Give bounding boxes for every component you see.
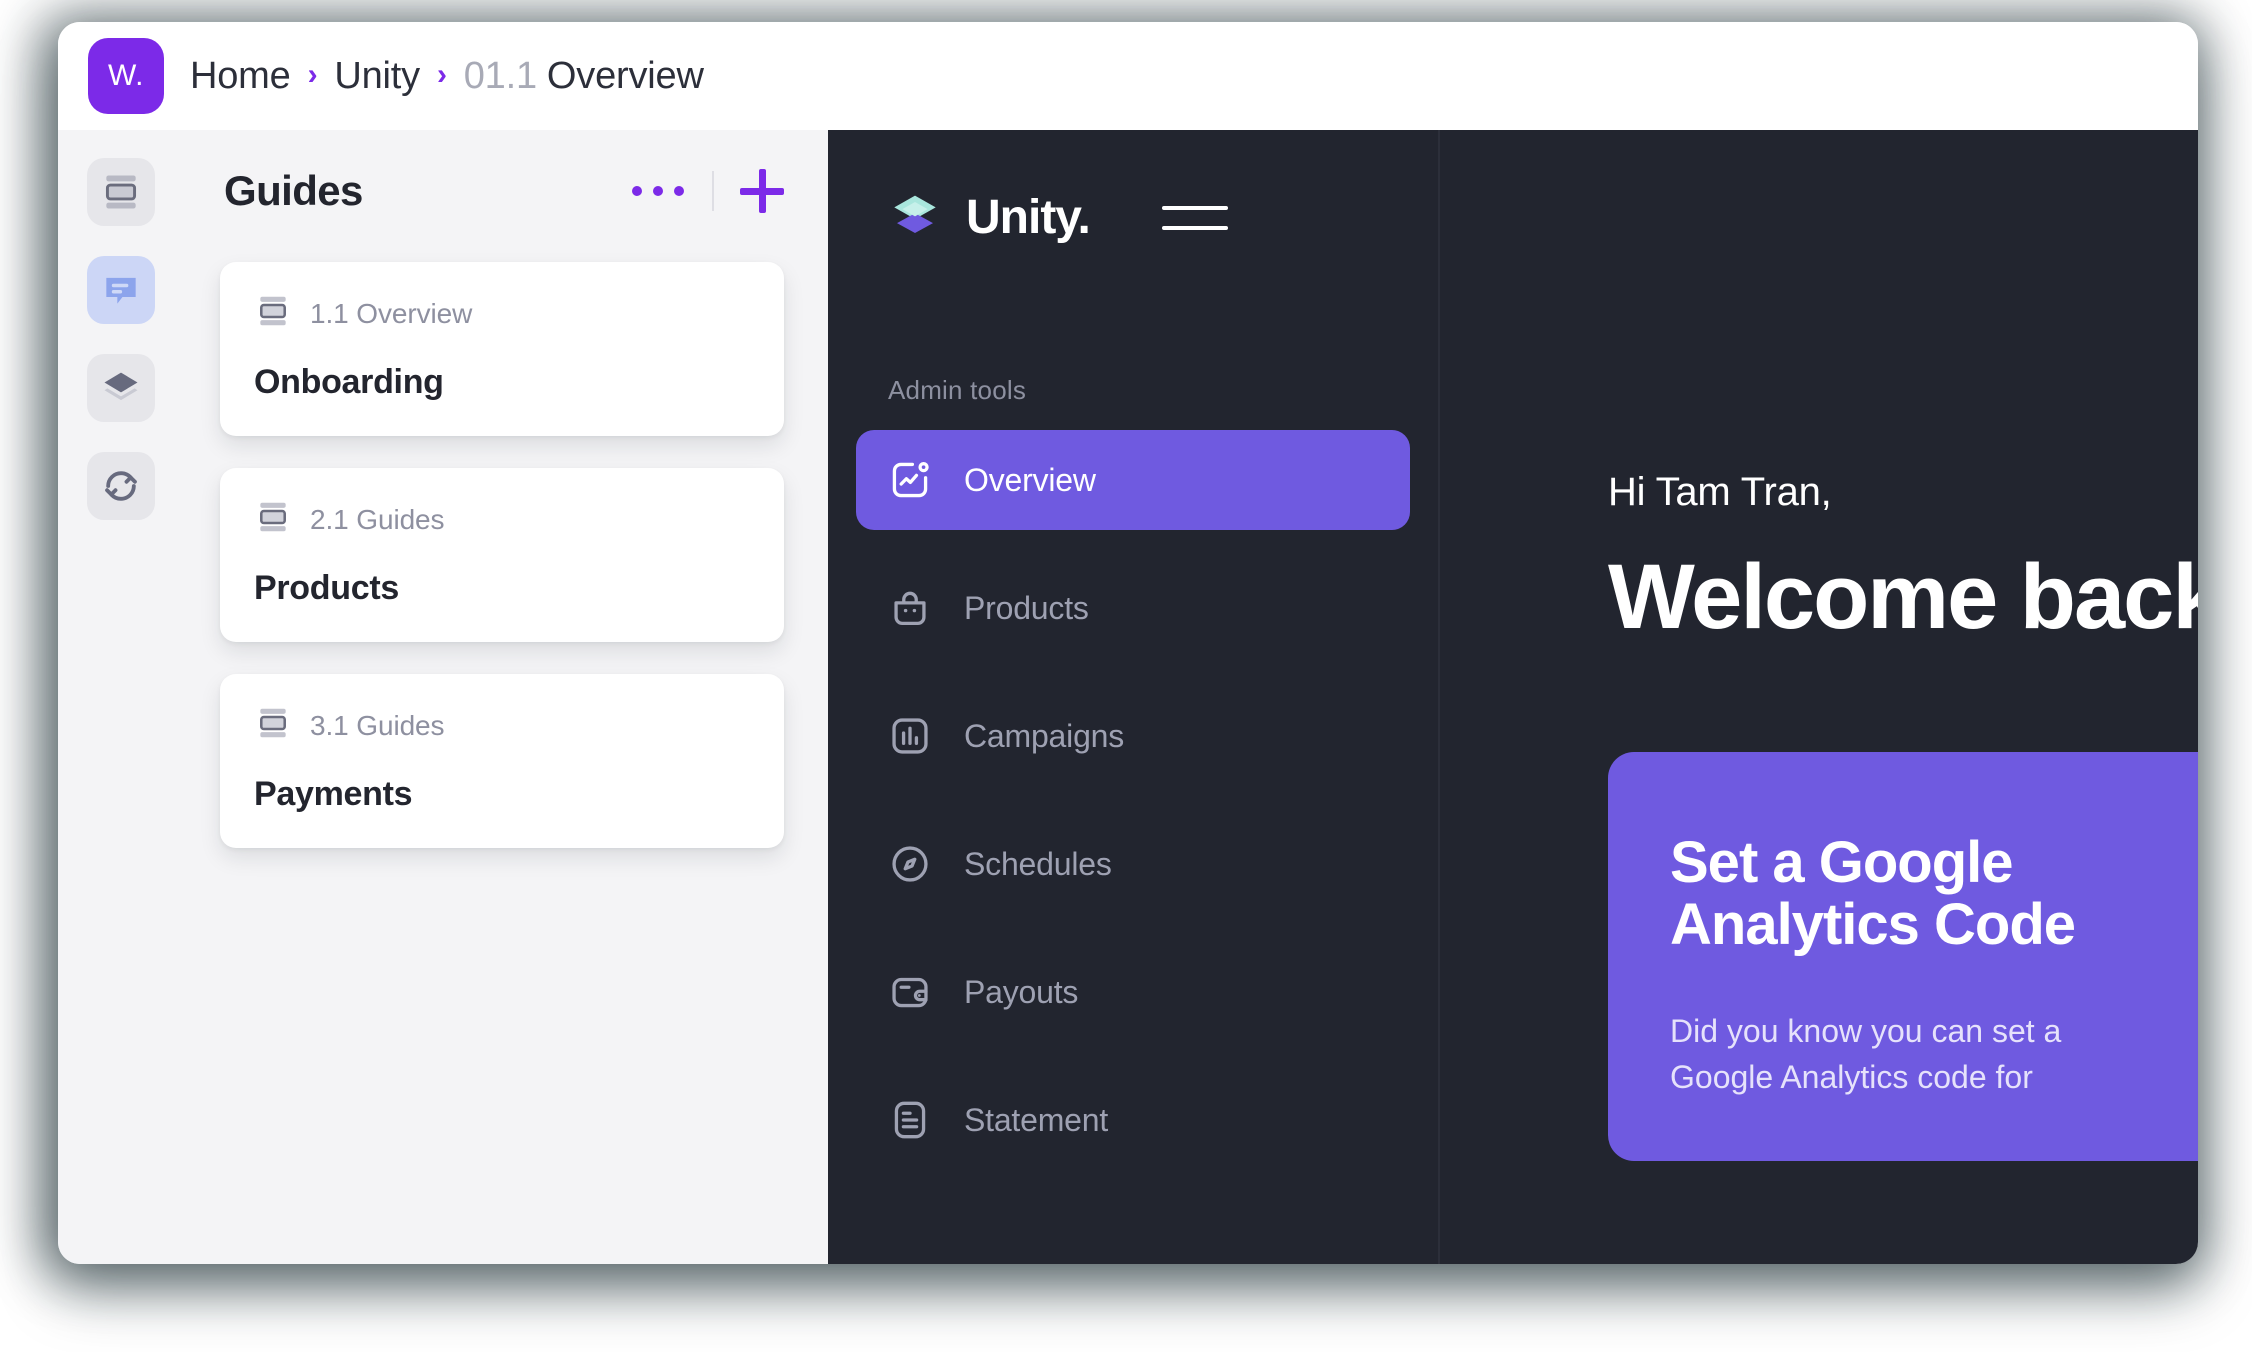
layers-icon — [99, 366, 143, 410]
app-logo[interactable]: Unity. — [828, 188, 1438, 247]
app-nav-list: Overview Products — [828, 430, 1438, 1170]
rail-item-comments[interactable] — [87, 256, 155, 324]
sidebar-item-label: Products — [964, 590, 1089, 627]
guide-layout-icon — [254, 704, 292, 747]
guide-layout-icon — [254, 498, 292, 541]
app-sidebar: Unity. Admin tools — [828, 130, 1440, 1264]
nav-section-label: Admin tools — [888, 375, 1438, 406]
guides-panel: Guides — [184, 130, 828, 1264]
shopping-bag-icon — [888, 586, 932, 630]
guide-card-number: 1.1 Overview — [310, 298, 472, 330]
panel-title: Guides — [224, 167, 363, 215]
app-content: Hi Tam Tran, Welcome back Set a Google A… — [1440, 130, 2198, 1264]
sidebar-item-label: Campaigns — [964, 718, 1124, 755]
sidebar-item-label: Schedules — [964, 846, 1112, 883]
sync-refresh-icon — [99, 464, 143, 508]
promo-title: Set a Google Analytics Code — [1670, 832, 2140, 956]
rail-item-guides[interactable] — [87, 158, 155, 226]
breadcrumb-item-current: 01.1 Overview — [464, 55, 704, 98]
breadcrumb: Home › Unity › 01.1 Overview — [190, 55, 704, 98]
compass-icon — [888, 842, 932, 886]
workspace-body: Guides — [58, 130, 2198, 1264]
app-window: W. Home › Unity › 01.1 Overview — [58, 22, 2198, 1264]
guides-header-actions — [630, 169, 784, 213]
guide-card-meta: 1.1 Overview — [254, 292, 750, 335]
guide-card-meta: 2.1 Guides — [254, 498, 750, 541]
topbar: W. Home › Unity › 01.1 Overview — [58, 22, 2198, 130]
promo-card[interactable]: Set a Google Analytics Code Did you know… — [1608, 752, 2198, 1161]
sidebar-item-payouts[interactable]: Payouts — [856, 942, 1410, 1042]
sidebar-item-label: Overview — [964, 462, 1096, 499]
rail-item-sync[interactable] — [87, 452, 155, 520]
divider — [712, 171, 714, 211]
guide-card-title: Products — [254, 569, 750, 608]
bar-chart-icon — [888, 714, 932, 758]
promo-body: Did you know you can set a Google Analyt… — [1670, 1008, 2140, 1101]
hamburger-icon[interactable] — [1162, 206, 1228, 230]
guide-card[interactable]: 1.1 Overview Onboarding — [220, 262, 784, 436]
wallet-icon — [888, 970, 932, 1014]
workspace-logo[interactable]: W. — [88, 38, 164, 114]
welcome-heading: Welcome back — [1608, 545, 2198, 650]
chat-bubble-icon — [99, 268, 143, 312]
guides-header: Guides — [220, 152, 784, 230]
guide-layout-icon — [254, 292, 292, 335]
greeting-text: Hi Tam Tran, — [1608, 470, 2198, 515]
guide-card-title: Payments — [254, 775, 750, 814]
sidebar-item-products[interactable]: Products — [856, 558, 1410, 658]
icon-rail — [58, 130, 184, 1264]
guide-card[interactable]: 2.1 Guides Products — [220, 468, 784, 642]
guide-card-number: 2.1 Guides — [310, 504, 444, 536]
breadcrumb-item-unity[interactable]: Unity — [334, 55, 420, 98]
document-icon — [888, 1098, 932, 1142]
sidebar-item-overview[interactable]: Overview — [856, 430, 1410, 530]
guide-card-number: 3.1 Guides — [310, 710, 444, 742]
app-logo-text: Unity. — [966, 190, 1090, 245]
layers-logo-icon — [888, 188, 942, 247]
guide-card-meta: 3.1 Guides — [254, 704, 750, 747]
sidebar-item-statement[interactable]: Statement — [856, 1070, 1410, 1170]
more-options-icon[interactable] — [630, 178, 686, 204]
sidebar-item-campaigns[interactable]: Campaigns — [856, 686, 1410, 786]
sidebar-item-schedules[interactable]: Schedules — [856, 814, 1410, 914]
add-guide-icon[interactable] — [740, 169, 784, 213]
screenshot-stage: W. Home › Unity › 01.1 Overview — [0, 0, 2252, 1352]
guide-card-title: Onboarding — [254, 363, 750, 402]
breadcrumb-item-home[interactable]: Home — [190, 55, 291, 98]
chevron-right-icon: › — [437, 58, 447, 92]
chart-square-icon — [888, 458, 932, 502]
guide-layout-icon — [99, 170, 143, 214]
guide-card[interactable]: 3.1 Guides Payments — [220, 674, 784, 848]
chevron-right-icon: › — [308, 58, 318, 92]
breadcrumb-current-label: Overview — [547, 55, 704, 98]
rail-item-layers[interactable] — [87, 354, 155, 422]
workspace-logo-text: W. — [108, 59, 144, 93]
sidebar-item-label: Payouts — [964, 974, 1078, 1011]
app-preview: Unity. Admin tools — [828, 130, 2198, 1264]
sidebar-item-label: Statement — [964, 1102, 1108, 1139]
breadcrumb-current-number: 01.1 — [464, 55, 537, 98]
